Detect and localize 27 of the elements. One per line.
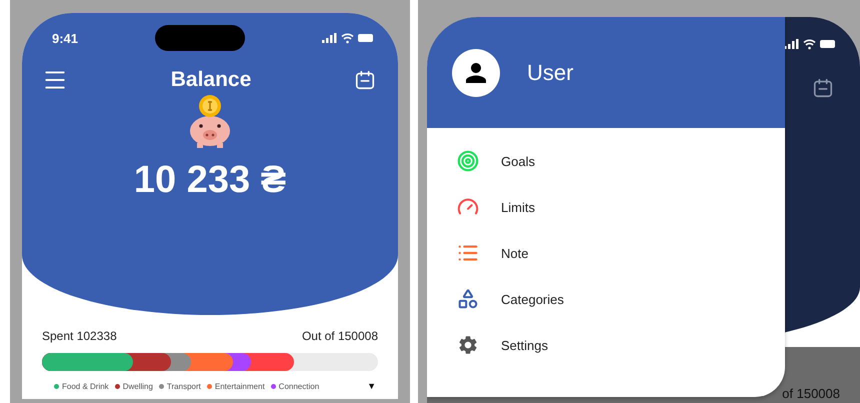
target-icon (457, 150, 479, 172)
legend-label: Transport (166, 382, 201, 390)
drawer-menu-item[interactable]: Settings (457, 322, 785, 368)
legend-label: Dwelling (122, 382, 153, 390)
legend-label: Connection (278, 382, 320, 390)
shapes-icon (457, 288, 479, 310)
legend-label: Entertainment (214, 382, 265, 390)
calendar-icon[interactable] (812, 77, 834, 99)
legend-label: Food & Drink (62, 382, 109, 390)
limit-amount: of 150008 (782, 386, 840, 401)
drawer-menu-item[interactable]: Limits (457, 184, 785, 230)
status-icons (322, 32, 374, 44)
avatar-icon (452, 48, 500, 96)
balance-amount: 10 233 ₴ (134, 159, 286, 202)
limit-amount: Out of 150008 (302, 329, 378, 343)
drawer-menu-item[interactable]: Goals (457, 138, 785, 184)
expand-button[interactable]: ▼ (367, 381, 376, 391)
spent-amount: Spent 102338 (42, 329, 117, 343)
settings-icon (457, 334, 479, 356)
screen-title: Balance (170, 68, 252, 92)
status-time: 9:41 (52, 30, 78, 46)
drawer-menu-item[interactable]: Note (457, 230, 785, 276)
status-icons (784, 38, 836, 50)
user-name: User (527, 60, 574, 86)
drawer-menu-item[interactable]: Categories (457, 276, 785, 322)
piggy-bank-icon (187, 93, 233, 149)
calendar-icon[interactable] (354, 69, 376, 91)
